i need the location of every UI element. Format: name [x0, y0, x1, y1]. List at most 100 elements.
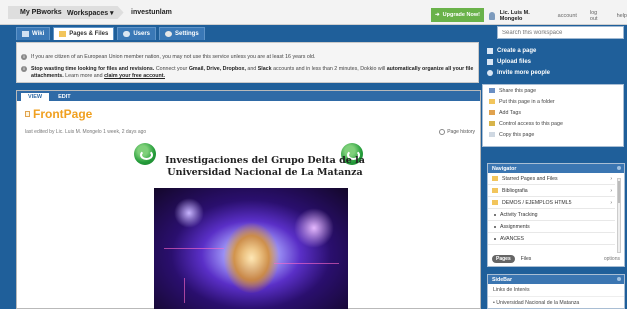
key-icon	[489, 121, 495, 126]
bullet-icon	[494, 225, 496, 228]
chevron-right-icon: ›	[610, 187, 612, 194]
invite-people-button[interactable]: Invite more people	[487, 67, 627, 78]
circuit-line	[184, 278, 185, 303]
tab-edit[interactable]: EDIT	[51, 93, 78, 101]
navigator-scrollbar[interactable]	[617, 178, 621, 253]
nav-item-label: AVANCES	[500, 235, 525, 242]
dokkio-notice: i Stop wasting time looking for files an…	[21, 66, 481, 80]
nav-item-bibliografia[interactable]: Bibliografia ›	[488, 185, 615, 197]
ai-brain-image	[154, 188, 348, 309]
breadcrumb-workspaces[interactable]: Workspaces ▾	[58, 6, 124, 19]
page-actions-menu: Share this page Put this page in a folde…	[482, 84, 624, 147]
upload-icon	[487, 58, 493, 65]
page-history-label: Page history	[447, 129, 475, 135]
chevron-right-icon: ›	[610, 175, 612, 182]
navigator-footer: Pages Files options	[492, 255, 620, 263]
upload-files-label: Upload files	[497, 58, 532, 65]
add-tags-item[interactable]: Add Tags	[483, 107, 623, 118]
logout-link[interactable]: log out	[590, 10, 604, 22]
star-icon	[492, 176, 498, 181]
tab-view[interactable]: VIEW	[21, 93, 50, 101]
nav-item-label: Assignments	[500, 223, 530, 230]
tag-icon	[489, 110, 495, 115]
sidebar-header: SideBar	[488, 275, 624, 284]
tab-settings-label: Settings	[175, 31, 199, 37]
upgrade-button[interactable]: ➜ Upgrade Now!	[431, 8, 484, 22]
tab-users[interactable]: Users	[117, 27, 156, 40]
sidebar-panel: SideBar Links de Interés • Universidad N…	[487, 274, 625, 309]
help-link[interactable]: help	[617, 13, 627, 19]
eu-notice-text: If you are citizen of an European Union …	[31, 54, 316, 60]
create-page-label: Create a page	[497, 47, 537, 54]
top-bar: My PBworks Workspaces ▾ investunlam ➜ Up…	[0, 0, 627, 25]
heading-line2: Universidad Nacional de La Matanza	[167, 167, 363, 178]
dokkio-notice-text: Stop wasting time looking for files and …	[31, 66, 481, 80]
page-title: FrontPage	[25, 107, 92, 121]
sidebar-link-unlam[interactable]: • Universidad Nacional de la Matanza	[488, 297, 624, 309]
share-page-item[interactable]: Share this page	[483, 85, 623, 96]
page-history-link[interactable]: Page history	[439, 129, 475, 135]
user-menu: Lic. Luis M. Mongelo account log out hel…	[489, 10, 627, 22]
bullet-icon	[494, 213, 496, 216]
upload-files-button[interactable]: Upload files	[487, 56, 627, 67]
nav-item-avances[interactable]: AVANCES	[488, 233, 615, 245]
navigator-panel: Navigator Starred Pages and Files › Bibli…	[487, 163, 625, 267]
clock-icon	[439, 129, 446, 135]
tab-wiki[interactable]: Wiki	[16, 27, 51, 40]
page-icon	[25, 111, 30, 117]
tab-wiki-label: Wiki	[32, 31, 45, 37]
invite-people-label: Invite more people	[497, 69, 551, 76]
nav-item-label: Bibliografia	[502, 187, 528, 194]
claim-account-link[interactable]: claim your free account.	[104, 73, 165, 79]
copy-page-label: Copy this page	[499, 131, 535, 138]
tab-pages-files[interactable]: Pages & Files	[53, 27, 115, 40]
circuit-line	[164, 248, 224, 249]
dokkio-text2: accounts and in less than 2 minutes, Dok…	[273, 66, 386, 72]
control-access-item[interactable]: Control access to this page	[483, 118, 623, 129]
share-icon	[489, 88, 495, 93]
dokkio-text1: Connect your	[155, 66, 188, 72]
info-icon: i	[21, 66, 27, 72]
put-in-folder-item[interactable]: Put this page in a folder	[483, 96, 623, 107]
page-icon	[487, 47, 493, 54]
nav-item-assignments[interactable]: Assignments	[488, 221, 615, 233]
breadcrumb-workspace-name[interactable]: investunlam	[122, 6, 182, 19]
user-name[interactable]: Lic. Luis M. Mongelo	[500, 10, 545, 22]
users-icon	[123, 31, 131, 37]
page-title-text: FrontPage	[33, 107, 93, 121]
dokkio-bold: Stop wasting time looking for files and …	[31, 66, 155, 72]
files-toggle[interactable]: Files	[521, 256, 532, 262]
account-link[interactable]: account	[558, 13, 577, 19]
nav-item-activity[interactable]: Activity Tracking	[488, 209, 615, 221]
view-edit-tabs: VIEW EDIT	[17, 91, 480, 101]
folder-icon	[492, 188, 498, 193]
put-in-folder-label: Put this page in a folder	[499, 98, 555, 105]
info-icon: i	[21, 54, 27, 60]
dokkio-slack: Slack	[257, 66, 272, 72]
eu-notice: i If you are citizen of an European Unio…	[21, 54, 315, 61]
gear-icon	[165, 31, 172, 37]
control-access-label: Control access to this page	[499, 120, 563, 127]
notice-box: i If you are citizen of an European Unio…	[16, 42, 479, 83]
image-glow	[174, 198, 204, 228]
navigator-header: Navigator	[488, 164, 624, 173]
workspace-tabs: Wiki Pages & Files Users Settings	[16, 27, 205, 40]
side-actions: Create a page Upload files Invite more p…	[487, 45, 627, 78]
nav-item-demos[interactable]: DEMOS / EJEMPLOS HTML5 ›	[488, 197, 615, 209]
pages-toggle[interactable]: Pages	[492, 255, 515, 263]
search-input[interactable]	[497, 26, 624, 39]
upgrade-label: Upgrade Now!	[442, 12, 480, 18]
create-page-button[interactable]: Create a page	[487, 45, 627, 56]
navigator-options[interactable]: options	[604, 256, 620, 262]
invite-icon	[487, 69, 493, 76]
image-glow	[294, 208, 334, 248]
tab-settings[interactable]: Settings	[159, 27, 205, 40]
content-heading: Investigaciones del Grupo Delta de la Un…	[150, 155, 380, 179]
copy-icon	[489, 132, 495, 137]
nav-item-starred[interactable]: Starred Pages and Files ›	[488, 173, 615, 185]
chevron-right-icon: ›	[610, 199, 612, 206]
copy-page-item[interactable]: Copy this page	[483, 129, 623, 140]
folder-icon	[489, 99, 495, 104]
nav-item-label: DEMOS / EJEMPLOS HTML5	[502, 199, 572, 206]
nav-item-label: Starred Pages and Files	[502, 175, 558, 182]
